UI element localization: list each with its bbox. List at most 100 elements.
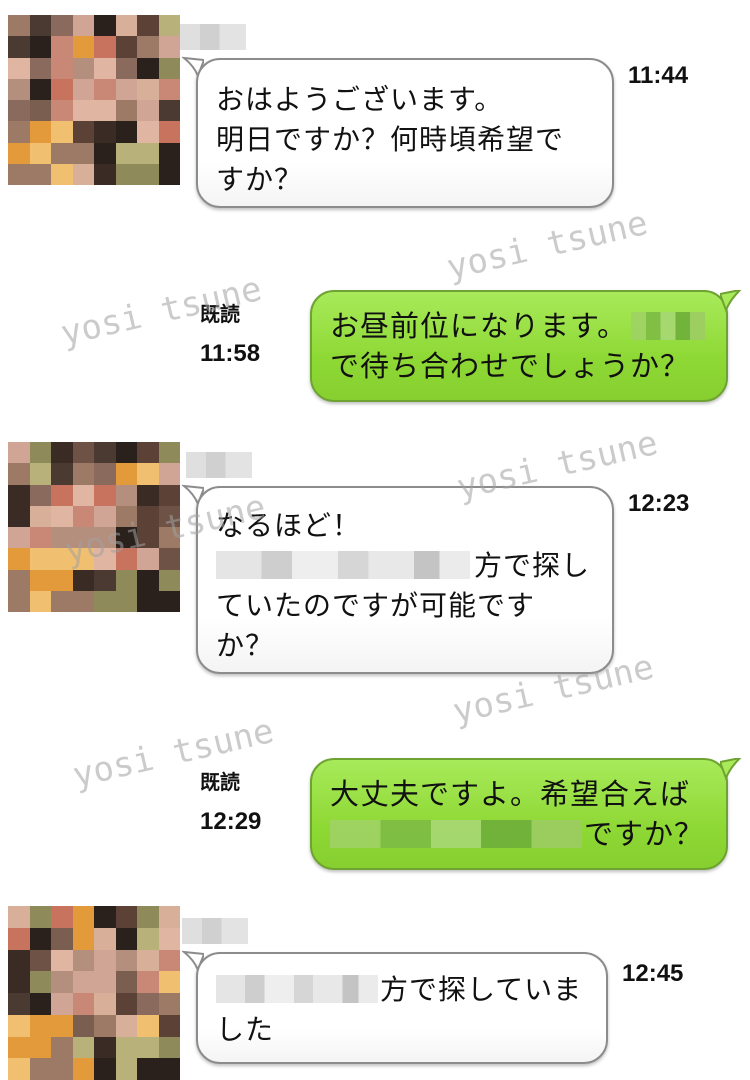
avatar-pixel — [51, 463, 73, 485]
avatar-pixel — [8, 927, 30, 950]
avatar-pixel — [137, 527, 159, 549]
avatar-pixel — [137, 100, 159, 122]
avatar-pixel — [29, 569, 51, 591]
message-text: 大丈夫ですよ。希望合えば — [330, 777, 691, 811]
message-bubble[interactable]: お昼前位になります。 で待ち合わせでしょうか？ — [310, 290, 728, 402]
avatar-pixel — [51, 949, 73, 972]
avatar[interactable] — [8, 442, 180, 612]
avatar-pixel — [51, 15, 73, 37]
avatar-pixel — [115, 1014, 137, 1037]
avatar-pixel — [29, 484, 51, 506]
avatar-pixel — [29, 463, 51, 485]
avatar-pixel — [72, 15, 94, 37]
avatar-pixel — [115, 163, 137, 185]
avatar-pixel — [115, 142, 137, 164]
avatar-pixel — [158, 484, 180, 506]
avatar-pixel — [158, 1014, 180, 1037]
avatar-pixel — [29, 949, 51, 972]
avatar-pixel — [94, 1036, 116, 1059]
avatar-pixel — [29, 142, 51, 164]
bubble-tail — [720, 758, 742, 780]
avatar-pixel — [115, 971, 137, 993]
avatar-pixel — [51, 100, 73, 122]
avatar-pixel — [29, 36, 51, 58]
avatar-pixel — [115, 57, 137, 79]
avatar-pixel — [29, 927, 51, 950]
avatar-pixel — [72, 463, 94, 485]
avatar-pixel — [137, 1058, 159, 1080]
sender-name-redacted — [182, 918, 248, 944]
message-bubble[interactable]: なるほど！ 方で探し ていたのですが可能です か？ — [196, 486, 614, 674]
avatar-pixel — [51, 1036, 73, 1059]
avatar-pixel — [94, 927, 116, 950]
avatar-pixel — [51, 484, 73, 506]
avatar-pixel — [158, 121, 180, 143]
avatar-pixel — [94, 569, 116, 591]
avatar-pixel — [137, 590, 159, 612]
avatar-pixel — [72, 569, 94, 591]
avatar-pixel — [51, 78, 73, 100]
message-bubble[interactable]: 方で探していま した — [196, 952, 608, 1064]
message-time: 11:44 — [628, 62, 689, 89]
avatar-pixel — [51, 142, 73, 164]
avatar-pixel — [137, 993, 159, 1015]
avatar-pixel — [137, 57, 159, 79]
avatar-pixel — [51, 993, 73, 1015]
avatar[interactable] — [8, 906, 180, 1080]
avatar-pixel — [137, 78, 159, 100]
avatar-pixel — [94, 590, 116, 612]
avatar-pixel — [94, 78, 116, 100]
avatar-pixel — [158, 142, 180, 164]
avatar-pixel — [29, 1036, 51, 1059]
avatar-pixel — [8, 1058, 30, 1080]
avatar[interactable] — [8, 15, 180, 185]
avatar-pixel — [115, 927, 137, 950]
message-bubble[interactable]: 大丈夫ですよ。希望合えば ですか？ — [310, 758, 728, 870]
avatar-pixel — [51, 927, 73, 950]
avatar-pixel — [115, 505, 137, 527]
avatar-pixel — [158, 993, 180, 1015]
avatar-pixel — [137, 1014, 159, 1037]
avatar-pixel — [137, 949, 159, 972]
message-bubble[interactable]: おはようございます。 明日ですか？何時頃希望で すか？ — [196, 58, 614, 208]
avatar-pixel — [94, 993, 116, 1015]
avatar-pixel — [29, 505, 51, 527]
message-text: ていたのですが可能です — [216, 589, 536, 622]
avatar-pixel — [94, 463, 116, 485]
avatar-pixel — [158, 36, 180, 58]
redacted-text — [631, 312, 706, 340]
message-text: 方で探していま — [380, 973, 583, 1006]
avatar-pixel — [72, 993, 94, 1015]
avatar-pixel — [8, 100, 30, 122]
avatar-pixel — [158, 163, 180, 185]
avatar-pixel — [72, 57, 94, 79]
avatar-pixel — [94, 1014, 116, 1037]
avatar-pixel — [115, 463, 137, 485]
avatar-pixel — [72, 906, 94, 928]
message-text: で待ち合わせでしょうか？ — [330, 349, 691, 383]
avatar-pixel — [8, 142, 30, 164]
watermark: yosi tsune — [443, 202, 652, 288]
avatar-pixel — [29, 906, 51, 928]
avatar-pixel — [72, 527, 94, 549]
avatar-pixel — [115, 121, 137, 143]
avatar-pixel — [158, 15, 180, 37]
sender-name-redacted — [186, 452, 252, 478]
avatar-pixel — [158, 548, 180, 570]
avatar-pixel — [29, 590, 51, 612]
avatar-pixel — [8, 163, 30, 185]
avatar-pixel — [115, 993, 137, 1015]
avatar-pixel — [8, 442, 30, 464]
avatar-pixel — [137, 442, 159, 464]
avatar-pixel — [94, 527, 116, 549]
avatar-pixel — [94, 1058, 116, 1080]
avatar-pixel — [94, 971, 116, 993]
avatar-pixel — [94, 548, 116, 570]
avatar-pixel — [72, 100, 94, 122]
avatar-pixel — [8, 57, 30, 79]
avatar-pixel — [29, 121, 51, 143]
avatar-pixel — [94, 121, 116, 143]
avatar-pixel — [29, 1058, 51, 1080]
message-time: 12:29 — [200, 808, 262, 835]
avatar-pixel — [8, 1036, 30, 1059]
